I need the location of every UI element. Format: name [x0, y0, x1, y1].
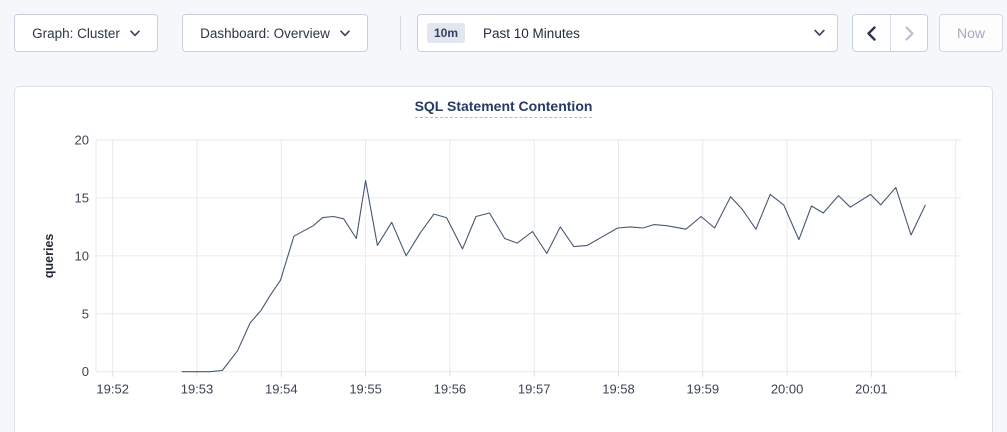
svg-text:queries: queries	[42, 234, 56, 279]
toolbar: Graph: Cluster Dashboard: Overview 10m P…	[14, 14, 1007, 52]
next-range-button[interactable]	[890, 15, 927, 51]
toolbar-divider	[400, 16, 401, 50]
svg-text:5: 5	[82, 306, 89, 321]
svg-text:19:54: 19:54	[265, 382, 298, 397]
svg-text:19:55: 19:55	[349, 382, 382, 397]
chevron-left-icon	[866, 26, 877, 41]
svg-text:19:56: 19:56	[434, 382, 467, 397]
chevron-down-icon	[340, 30, 350, 37]
sql-contention-chart-canvas[interactable]: 0 5 10 15 20 19:52 19:53 19:54 19:55 19:56 19:57 19…	[15, 126, 994, 426]
svg-text:19:59: 19:59	[687, 382, 720, 397]
chevron-right-icon	[904, 26, 915, 41]
chevron-down-icon	[130, 30, 140, 37]
svg-text:20:00: 20:00	[771, 382, 804, 397]
chart-title[interactable]: SQL Statement Contention	[415, 98, 593, 118]
svg-text:19:52: 19:52	[96, 382, 129, 397]
now-button[interactable]: Now	[939, 14, 1003, 52]
time-range-dropdown[interactable]: 10m Past 10 Minutes	[417, 14, 838, 52]
svg-text:20:01: 20:01	[855, 382, 888, 397]
time-range-label: Past 10 Minutes	[483, 26, 814, 41]
svg-text:0: 0	[82, 364, 89, 379]
prev-range-button[interactable]	[853, 15, 890, 51]
time-range-arrows	[852, 14, 928, 52]
chart-card: SQL Statement Contention 0 5 10 15 20 19:52 19…	[14, 86, 993, 432]
graph-selector-label: Graph: Cluster	[32, 26, 120, 41]
time-range-badge: 10m	[427, 23, 465, 43]
svg-text:19:53: 19:53	[181, 382, 214, 397]
svg-text:15: 15	[75, 190, 89, 205]
svg-text:10: 10	[75, 248, 89, 263]
graph-selector-dropdown[interactable]: Graph: Cluster	[14, 14, 158, 52]
chevron-down-icon	[814, 29, 825, 37]
svg-text:19:58: 19:58	[602, 382, 635, 397]
now-button-label: Now	[957, 25, 985, 41]
svg-text:20: 20	[75, 133, 89, 148]
dashboard-selector-label: Dashboard: Overview	[200, 26, 330, 41]
line-chart: 0 5 10 15 20 19:52 19:53 19:54 19:55 19:56 19:57 19…	[15, 126, 994, 426]
svg-text:19:57: 19:57	[518, 382, 551, 397]
dashboard-selector-dropdown[interactable]: Dashboard: Overview	[182, 14, 368, 52]
